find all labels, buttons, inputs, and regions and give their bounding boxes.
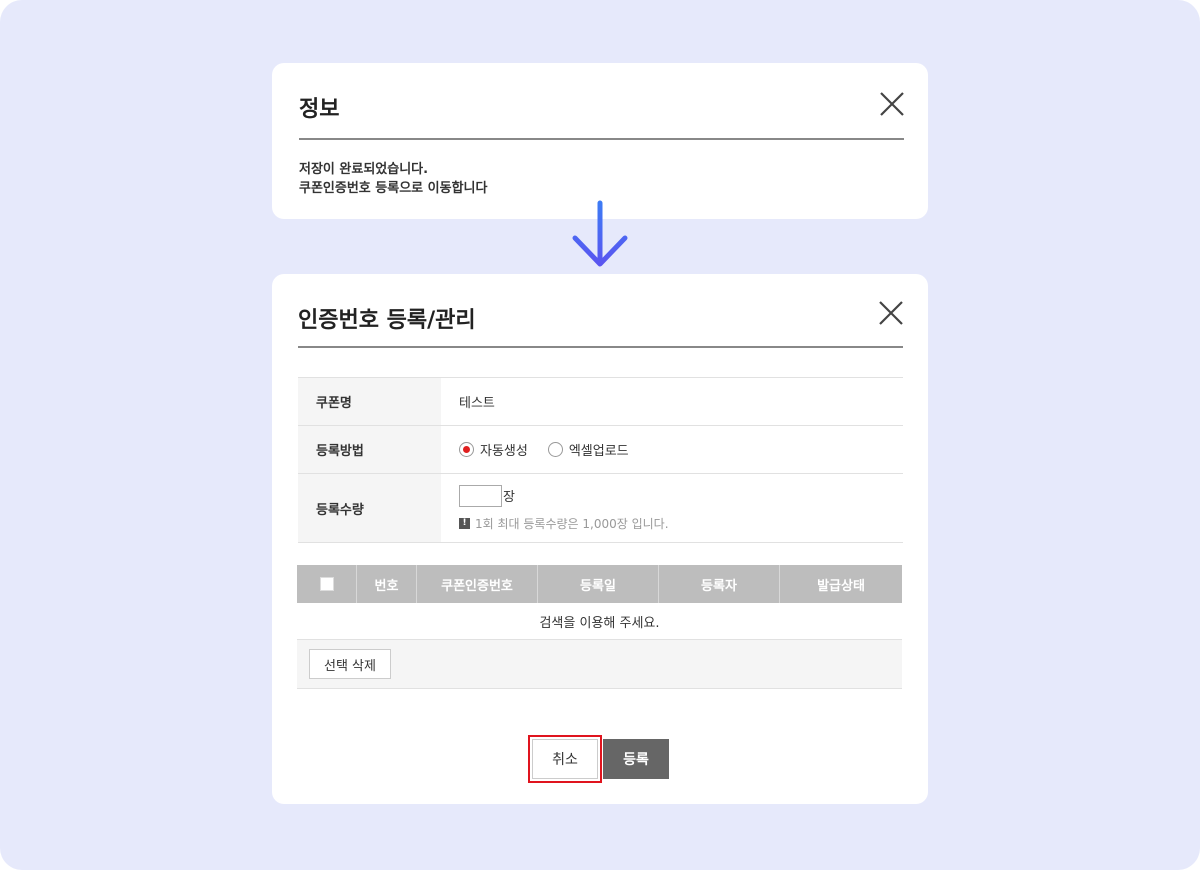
method-options: 자동생성 엑셀업로드 [441,426,903,473]
coupon-name-label: 쿠폰명 [298,378,441,425]
title-divider [299,138,904,140]
form-row-quantity: 등록수량 장 ! 1회 최대 등록수량은 1,000장 입니다. [298,474,903,543]
quantity-cell: 장 ! 1회 최대 등록수량은 1,000장 입니다. [441,474,903,542]
column-header-code[interactable]: 쿠폰인증번호 [417,565,538,603]
quantity-label: 등록수량 [298,474,441,542]
form-row-method: 등록방법 자동생성 엑셀업로드 [298,426,903,474]
register-dialog: 인증번호 등록/관리 쿠폰명 테스트 등록방법 자동생성 엑셀업로드 등록수량 … [272,274,928,804]
arrow-down-icon [570,200,630,270]
info-message-1: 저장이 완료되었습니다. [299,162,429,177]
delete-selected-button[interactable]: 선택 삭제 [309,649,391,679]
bulk-action-bar: 선택 삭제 [297,640,902,689]
close-icon[interactable] [877,299,905,327]
select-all-checkbox[interactable] [319,577,334,591]
radio-label: 엑셀업로드 [568,444,629,459]
quantity-notice: ! 1회 최대 등록수량은 1,000장 입니다. [459,515,669,532]
radio-auto-generate[interactable]: 자동생성 [459,440,528,459]
code-list-table: 번호 쿠폰인증번호 등록일 등록자 발급상태 검색을 이용해 주세요. 선택 삭… [297,565,902,689]
empty-message: 검색을 이용해 주세요. [297,603,902,640]
column-header-registrant[interactable]: 등록자 [659,565,780,603]
register-button[interactable]: 등록 [603,739,669,779]
radio-button[interactable] [547,442,563,457]
coupon-name-value: 테스트 [459,396,495,411]
method-label: 등록방법 [298,426,441,473]
select-all-cell [297,565,357,603]
column-header-status[interactable]: 발급상태 [780,565,902,603]
info-dialog: 정보 저장이 완료되었습니다. 쿠폰인증번호 등록으로 이동합니다 [272,63,928,219]
info-message-2: 쿠폰인증번호 등록으로 이동합니다 [299,181,488,196]
column-header-number[interactable]: 번호 [357,565,417,603]
table-header: 번호 쿠폰인증번호 등록일 등록자 발급상태 [297,565,902,603]
radio-label: 자동생성 [480,444,528,459]
radio-excel-upload[interactable]: 엑셀업로드 [547,440,629,459]
close-icon[interactable] [878,90,906,118]
title-divider [298,346,903,348]
radio-button-selected[interactable] [459,442,474,457]
register-form: 쿠폰명 테스트 등록방법 자동생성 엑셀업로드 등록수량 장 ! 1회 최대 등… [298,377,903,543]
register-dialog-title: 인증번호 등록/관리 [298,308,476,333]
exclamation-icon: ! [459,517,470,529]
quantity-notice-text: 1회 최대 등록수량은 1,000장 입니다. [475,516,669,531]
column-header-date[interactable]: 등록일 [538,565,659,603]
cancel-button[interactable]: 취소 [532,739,598,779]
quantity-unit: 장 [503,490,515,505]
form-row-coupon-name: 쿠폰명 테스트 [298,378,903,426]
info-dialog-title: 정보 [299,97,340,122]
quantity-input[interactable] [459,484,502,507]
canvas: 정보 저장이 완료되었습니다. 쿠폰인증번호 등록으로 이동합니다 인증번호 등… [0,0,1200,870]
